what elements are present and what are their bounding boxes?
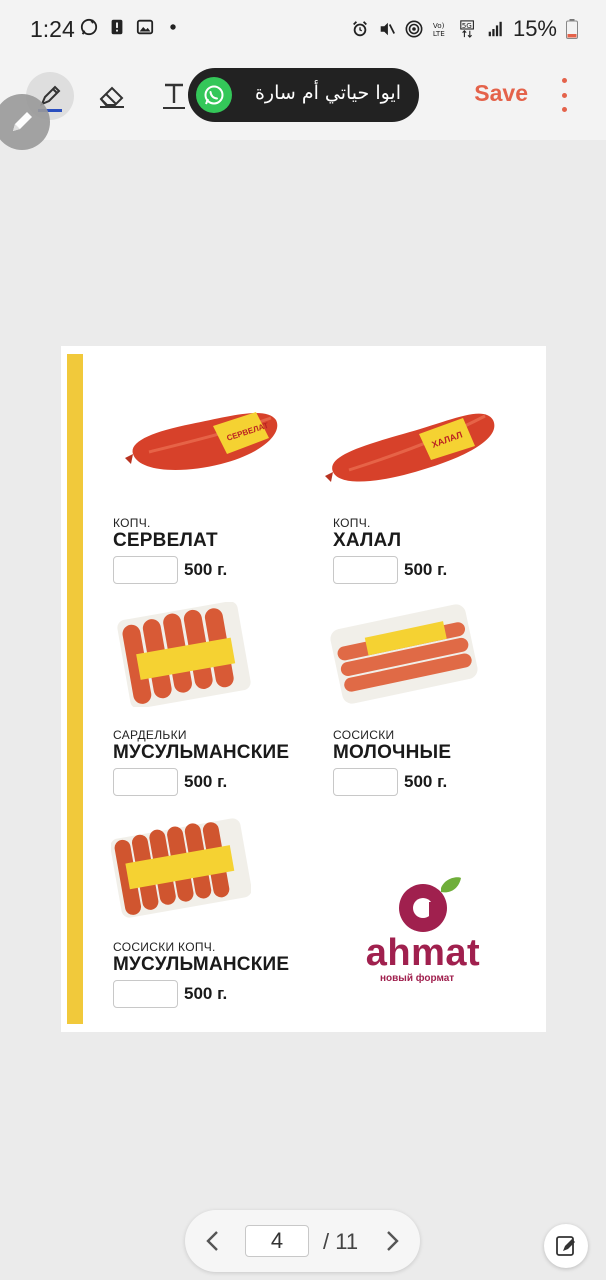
previous-page-button[interactable]	[201, 1228, 225, 1254]
more-dot	[561, 107, 567, 112]
mute-icon	[380, 22, 395, 36]
page-total: / 11	[323, 1229, 359, 1254]
page-navigator: 4 / 11	[185, 1210, 420, 1272]
product-name: ХАЛАЛ	[333, 530, 402, 551]
product-weight: 500 г.	[184, 772, 228, 791]
svg-text:LTE: LTE	[433, 29, 445, 38]
product-name: МОЛОЧНЫЕ	[333, 742, 452, 763]
sausage-pack-image	[111, 818, 251, 918]
status-time: 1:24	[30, 16, 75, 42]
product-weight: 500 г.	[184, 984, 228, 1003]
quantity-input[interactable]	[113, 980, 178, 1008]
product-subtitle: САРДЕЛЬКИ	[113, 728, 187, 742]
pencil-icon	[13, 112, 32, 131]
product-name: МУСУЛЬМАНСКИЕ	[113, 954, 290, 975]
sign-icon	[556, 1236, 575, 1256]
whatsapp-logo-icon	[196, 77, 232, 113]
quantity-input[interactable]	[113, 556, 178, 584]
product-subtitle: СОСИСКИ	[333, 728, 395, 742]
status-right-icons: Vo) LTE 5G 15%	[351, 16, 578, 42]
sausage-image: ХАЛАЛ	[325, 413, 495, 482]
whatsapp-notification[interactable]: ايوا حياتي أم سارة	[188, 68, 419, 122]
eraser-tool-button[interactable]	[88, 72, 136, 120]
more-dot	[561, 78, 567, 83]
product-card: ХАЛАЛ КОПЧ. ХАЛАЛ 500 г.	[325, 402, 543, 602]
volte-icon: Vo)LTE	[433, 21, 445, 38]
yellow-side-bar	[67, 354, 83, 1024]
product-weight: 500 г.	[404, 560, 448, 579]
battery-percent: 15%	[512, 16, 557, 41]
status-left-icons	[80, 18, 182, 36]
logo-mark-icon	[399, 877, 461, 932]
signal-icon	[488, 21, 502, 37]
dot-status-icon	[170, 24, 176, 30]
sausage-pack-image	[330, 604, 478, 704]
hotspot-icon	[405, 20, 423, 38]
battery-icon	[566, 19, 578, 39]
sign-document-button[interactable]	[544, 1224, 588, 1268]
ahmat-logo: ahmat новый формат	[353, 876, 493, 991]
status-bar: 1:24 Vo) LTE 5G 15%	[0, 0, 606, 54]
product-card: СОСИСКИ КОПЧ. МУСУЛЬМАНСКИЕ 500 г.	[111, 814, 323, 1014]
page-number-input[interactable]: 4	[245, 1225, 309, 1257]
product-subtitle: КОПЧ.	[113, 516, 151, 530]
alert-status-icon	[111, 19, 123, 35]
quantity-input[interactable]	[113, 768, 178, 796]
product-subtitle: СОСИСКИ КОПЧ.	[113, 940, 216, 954]
product-card: САРДЕЛЬКИ МУСУЛЬМАНСКИЕ 500 г.	[113, 602, 323, 802]
save-button[interactable]: Save	[474, 80, 528, 107]
notification-text: ايوا حياتي أم سارة	[254, 82, 401, 104]
floating-draw-button[interactable]	[0, 94, 50, 150]
product-card: СОСИСКИ МОЛОЧНЫЕ 500 г.	[330, 602, 543, 802]
next-page-button[interactable]	[380, 1228, 404, 1254]
svg-text:5G: 5G	[462, 21, 472, 30]
text-icon	[163, 83, 185, 109]
product-card: СЕРВЕЛАТ КОПЧ. СЕРВЕЛАТ 500 г.	[113, 402, 323, 602]
logo-tagline: новый формат	[380, 973, 455, 984]
product-subtitle: КОПЧ.	[333, 516, 371, 530]
document-page: СЕРВЕЛАТ КОПЧ. СЕРВЕЛАТ 500 г. ХАЛАЛ КОП…	[61, 346, 546, 1032]
product-name: МУСУЛЬМАНСКИЕ	[113, 742, 290, 763]
product-weight: 500 г.	[404, 772, 448, 791]
more-dot	[561, 92, 567, 98]
logo-wordmark: ahmat	[365, 932, 481, 974]
more-options-button[interactable]	[558, 78, 570, 112]
product-weight: 500 г.	[184, 560, 228, 579]
sausage-image: СЕРВЕЛАТ	[125, 412, 278, 470]
5g-icon: 5G	[460, 20, 474, 38]
product-name: СЕРВЕЛАТ	[113, 530, 218, 551]
alarm-icon	[353, 21, 367, 37]
image-status-icon	[136, 19, 154, 35]
whatsapp-status-icon	[80, 18, 98, 36]
quantity-input[interactable]	[333, 556, 398, 584]
sausage-pack-image	[117, 602, 251, 707]
quantity-input[interactable]	[333, 768, 398, 796]
eraser-icon	[99, 86, 124, 108]
